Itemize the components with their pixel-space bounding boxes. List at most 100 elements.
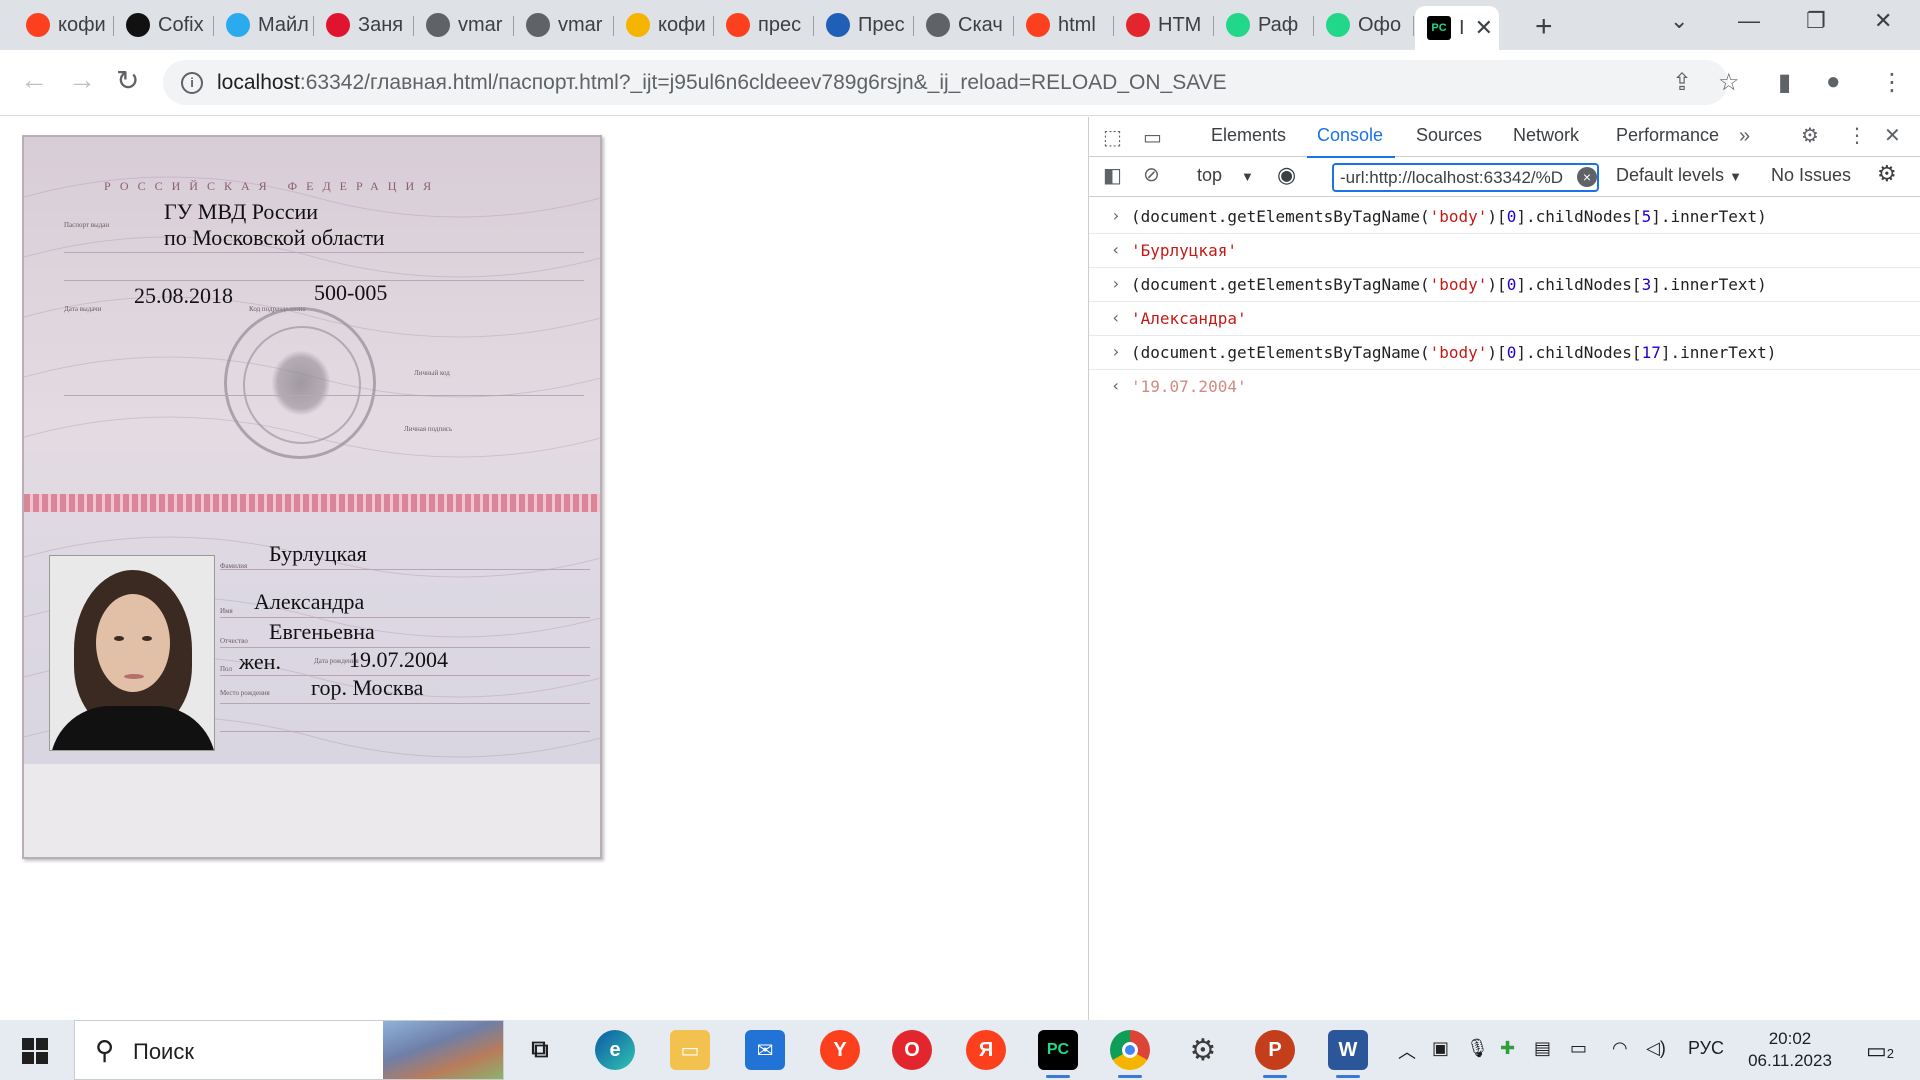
- windows-start-icon[interactable]: [22, 1038, 48, 1064]
- code-prefix: (document.getElementsByTagName(: [1131, 343, 1430, 362]
- address-bar[interactable]: i localhost:63342/главная.html/паспорт.h…: [163, 60, 1728, 105]
- security-icon[interactable]: ✚: [1500, 1038, 1515, 1059]
- browser-tab[interactable]: кофи: [614, 8, 714, 42]
- restore-icon[interactable]: ❐: [1806, 8, 1826, 34]
- settings-gear-icon[interactable]: ⚙: [1801, 123, 1819, 148]
- pycharm-icon[interactable]: PC: [1038, 1030, 1078, 1078]
- side-panel-icon[interactable]: ▮: [1778, 68, 1791, 97]
- code-index: 17: [1641, 343, 1661, 362]
- browser-tab[interactable]: прес: [714, 8, 814, 42]
- chrome-menu-icon[interactable]: ⋮: [1880, 68, 1904, 97]
- browser-tab[interactable]: Раф: [1214, 8, 1314, 42]
- inspect-element-icon[interactable]: ⬚: [1103, 125, 1122, 150]
- close-devtools-icon[interactable]: ✕: [1884, 123, 1901, 148]
- minimize-icon[interactable]: —: [1738, 8, 1760, 34]
- passport-header: РОССИЙСКАЯ ФЕДЕРАЦИЯ: [104, 179, 441, 193]
- log-levels-dropdown[interactable]: Default levels ▼: [1616, 165, 1742, 186]
- browser-tab[interactable]: Офо: [1314, 8, 1414, 42]
- url-text[interactable]: localhost:63342/главная.html/паспорт.htm…: [217, 71, 1227, 95]
- tab-performance[interactable]: Performance: [1616, 125, 1719, 146]
- tab-label: vmar: [458, 13, 503, 36]
- powerpoint-icon[interactable]: P: [1255, 1030, 1295, 1078]
- notifications-icon[interactable]: ▭2: [1866, 1038, 1894, 1064]
- file-explorer-icon[interactable]: ▭: [670, 1030, 710, 1070]
- sidebar-toggle-icon[interactable]: ◧: [1103, 163, 1122, 188]
- wifi-icon[interactable]: ◠: [1612, 1038, 1628, 1059]
- pycharm-icon: [1226, 13, 1250, 37]
- volume-icon[interactable]: ◁): [1646, 1038, 1666, 1059]
- more-tabs-icon[interactable]: »: [1739, 125, 1750, 148]
- microphone-icon[interactable]: 🎙: [1466, 1038, 1489, 1059]
- yandex-browser-icon[interactable]: Y: [820, 1030, 860, 1070]
- live-expression-eye-icon[interactable]: ◉: [1277, 162, 1296, 188]
- department-code: 500-005: [314, 280, 388, 305]
- back-icon[interactable]: ←: [20, 64, 48, 96]
- edge-icon[interactable]: e: [595, 1030, 635, 1070]
- mail-icon[interactable]: ✉: [745, 1030, 785, 1070]
- browser-tab[interactable]: HTM: [1114, 8, 1214, 42]
- browser-tab[interactable]: vmar: [514, 8, 614, 42]
- tray-expand-icon[interactable]: ︿: [1398, 1038, 1416, 1064]
- chrome-icon[interactable]: [1110, 1030, 1150, 1078]
- taskbar-search[interactable]: ⚲ Поиск: [74, 1020, 504, 1080]
- console-filter-input[interactable]: -url:http://localhost:63342/%D: [1332, 163, 1599, 192]
- site-info-icon[interactable]: i: [181, 71, 203, 94]
- tab-elements[interactable]: Elements: [1211, 125, 1286, 146]
- clock-date: 06.11.2023: [1748, 1051, 1832, 1070]
- chevron-down-icon: ▼: [1241, 169, 1254, 184]
- close-window-icon[interactable]: ✕: [1874, 8, 1892, 34]
- tab-search-icon[interactable]: ⌄: [1670, 8, 1688, 34]
- bookmark-star-icon[interactable]: ☆: [1718, 68, 1740, 97]
- clear-filter-icon[interactable]: ×: [1577, 167, 1597, 187]
- label-name: Имя: [220, 607, 233, 615]
- browser-tab[interactable]: Прес: [814, 8, 914, 42]
- browser-tab[interactable]: Заня: [314, 8, 414, 42]
- issue-date: 25.08.2018: [134, 283, 233, 308]
- reload-icon[interactable]: ↻: [116, 64, 139, 97]
- tab-strip: кофи Cofix Майл Заня vmar vmar кофи прес Прес Ска…: [0, 0, 1920, 50]
- globe-icon: [926, 13, 950, 37]
- new-tab-button[interactable]: +: [1535, 10, 1553, 44]
- browser-tab[interactable]: Cofix: [114, 8, 214, 42]
- devtools-menu-icon[interactable]: ⋮: [1847, 123, 1867, 148]
- tab-sources[interactable]: Sources: [1416, 125, 1482, 146]
- tab-network[interactable]: Network: [1513, 125, 1579, 146]
- display-icon[interactable]: ▤: [1534, 1038, 1551, 1059]
- label-sex: Пол: [220, 665, 232, 673]
- share-icon[interactable]: ⇪: [1672, 68, 1692, 97]
- browser-tab[interactable]: Майл: [214, 8, 314, 42]
- clear-console-icon[interactable]: ⊘: [1143, 162, 1160, 187]
- profile-avatar-icon[interactable]: ●: [1826, 68, 1841, 96]
- browser-tab[interactable]: Скач: [914, 8, 1014, 42]
- battery-icon[interactable]: ▭: [1570, 1038, 1587, 1059]
- forward-icon[interactable]: →: [68, 64, 96, 96]
- passport-image: РОССИЙСКАЯ ФЕДЕРАЦИЯ Паспорт выдан ГУ МВ…: [22, 135, 602, 859]
- console-settings-icon[interactable]: ⚙: [1877, 161, 1897, 187]
- browser-tab[interactable]: html: [1014, 8, 1114, 42]
- tab-console[interactable]: Console: [1306, 125, 1396, 158]
- task-view-icon[interactable]: ⧉: [520, 1030, 560, 1070]
- browser-tab[interactable]: vmar: [414, 8, 514, 42]
- meet-now-icon[interactable]: ▣: [1432, 1038, 1449, 1059]
- device-toolbar-icon[interactable]: ▭: [1143, 125, 1162, 150]
- console-input-line: › (document.getElementsByTagName('body')[…: [1089, 268, 1920, 302]
- code-arg: 'body': [1429, 275, 1488, 294]
- issues-counter[interactable]: No Issues: [1771, 165, 1851, 186]
- tab-label: кофи: [658, 13, 706, 36]
- tab-active[interactable]: PC I ✕: [1415, 6, 1499, 50]
- close-tab-icon[interactable]: ✕: [1475, 15, 1493, 41]
- rule: [220, 703, 590, 704]
- clock[interactable]: 20:02 06.11.2023: [1745, 1028, 1835, 1072]
- language-indicator[interactable]: РУС: [1688, 1038, 1724, 1059]
- code-tail2: ].innerText): [1651, 275, 1767, 294]
- context-selector[interactable]: top ▼: [1197, 165, 1254, 186]
- yandex-icon[interactable]: Я: [966, 1030, 1006, 1070]
- yandex-icon: [26, 13, 50, 37]
- settings-icon[interactable]: ⚙: [1183, 1030, 1223, 1070]
- code-arg: 'body': [1429, 343, 1488, 362]
- word-icon[interactable]: W: [1328, 1030, 1368, 1078]
- code-arg: 'body': [1429, 207, 1488, 226]
- opera-icon[interactable]: O: [892, 1030, 932, 1070]
- browser-tab[interactable]: кофи: [14, 8, 114, 42]
- devtools-tabbar: ⬚ ▭ Elements Console Sources Network Per…: [1089, 117, 1920, 158]
